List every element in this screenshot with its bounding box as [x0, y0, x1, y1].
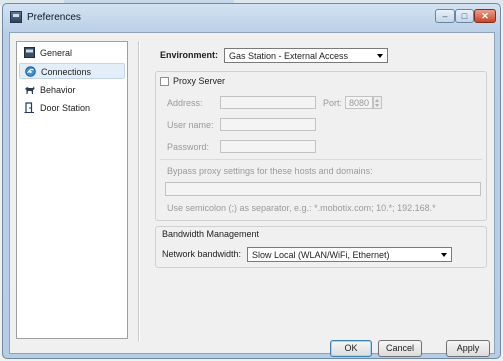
environment-value: Gas Station - External Access: [229, 51, 349, 61]
dog-icon: [25, 86, 35, 94]
app-icon: [10, 11, 22, 23]
sidebar-item-label: Connections: [41, 67, 92, 77]
address-label: Address:: [167, 98, 203, 108]
maximize-button[interactable]: □: [455, 9, 474, 23]
username-field[interactable]: [220, 118, 316, 131]
chevron-down-icon: [377, 54, 383, 58]
bypass-label: Bypass proxy settings for these hosts an…: [167, 166, 373, 176]
sidebar-item-general[interactable]: General: [19, 45, 125, 61]
network-bandwidth-value: Slow Local (WLAN/WiFi, Ethernet): [252, 250, 390, 260]
port-value: 8080: [349, 98, 370, 108]
bypass-hint: Use semicolon (;) as separator, e.g.: *.…: [167, 203, 436, 213]
dialog-body: General Connections Behavior Door Statio…: [9, 32, 495, 357]
password-label: Password:: [167, 142, 210, 152]
port-field[interactable]: 8080: [345, 96, 373, 109]
password-field[interactable]: [220, 140, 316, 153]
sidebar-item-behavior[interactable]: Behavior: [19, 82, 125, 98]
separator: [160, 159, 482, 160]
address-field[interactable]: [220, 96, 316, 109]
apply-button[interactable]: Apply: [446, 340, 490, 357]
bypass-field[interactable]: [165, 182, 481, 196]
ok-button[interactable]: OK: [330, 340, 372, 357]
proxy-server-checkbox[interactable]: [160, 77, 169, 86]
panel-divider: [138, 41, 140, 341]
sidebar-item-label: Behavior: [40, 85, 76, 95]
sidebar-item-connections[interactable]: Connections: [19, 63, 125, 79]
connections-icon: [25, 66, 36, 77]
title-bar[interactable]: Preferences – □ ✕: [3, 4, 500, 32]
bandwidth-title: Bandwidth Management: [162, 229, 260, 239]
network-bandwidth-label: Network bandwidth:: [162, 249, 242, 259]
cancel-button[interactable]: Cancel: [378, 340, 422, 357]
window-icon: [24, 47, 35, 58]
sidebar-item-door-station[interactable]: Door Station: [19, 100, 125, 116]
sidebar-item-label: Door Station: [40, 103, 91, 113]
environment-label: Environment:: [160, 50, 219, 60]
username-label: User name:: [167, 120, 214, 130]
chevron-down-icon: [441, 253, 447, 257]
sidebar-item-label: General: [40, 48, 73, 58]
minimize-button[interactable]: –: [435, 9, 455, 23]
preferences-window: Preferences – □ ✕ General Connections Be…: [2, 3, 501, 359]
window-title: Preferences: [27, 12, 81, 23]
door-station-icon: [24, 102, 34, 113]
port-spinner[interactable]: [373, 96, 382, 109]
close-button[interactable]: ✕: [474, 9, 496, 23]
category-list: General Connections Behavior Door Statio…: [16, 41, 128, 339]
proxy-server-title: Proxy Server: [173, 76, 226, 86]
network-bandwidth-select[interactable]: Slow Local (WLAN/WiFi, Ethernet): [247, 247, 452, 262]
environment-select[interactable]: Gas Station - External Access: [224, 48, 388, 63]
port-label: Port:: [323, 98, 343, 108]
